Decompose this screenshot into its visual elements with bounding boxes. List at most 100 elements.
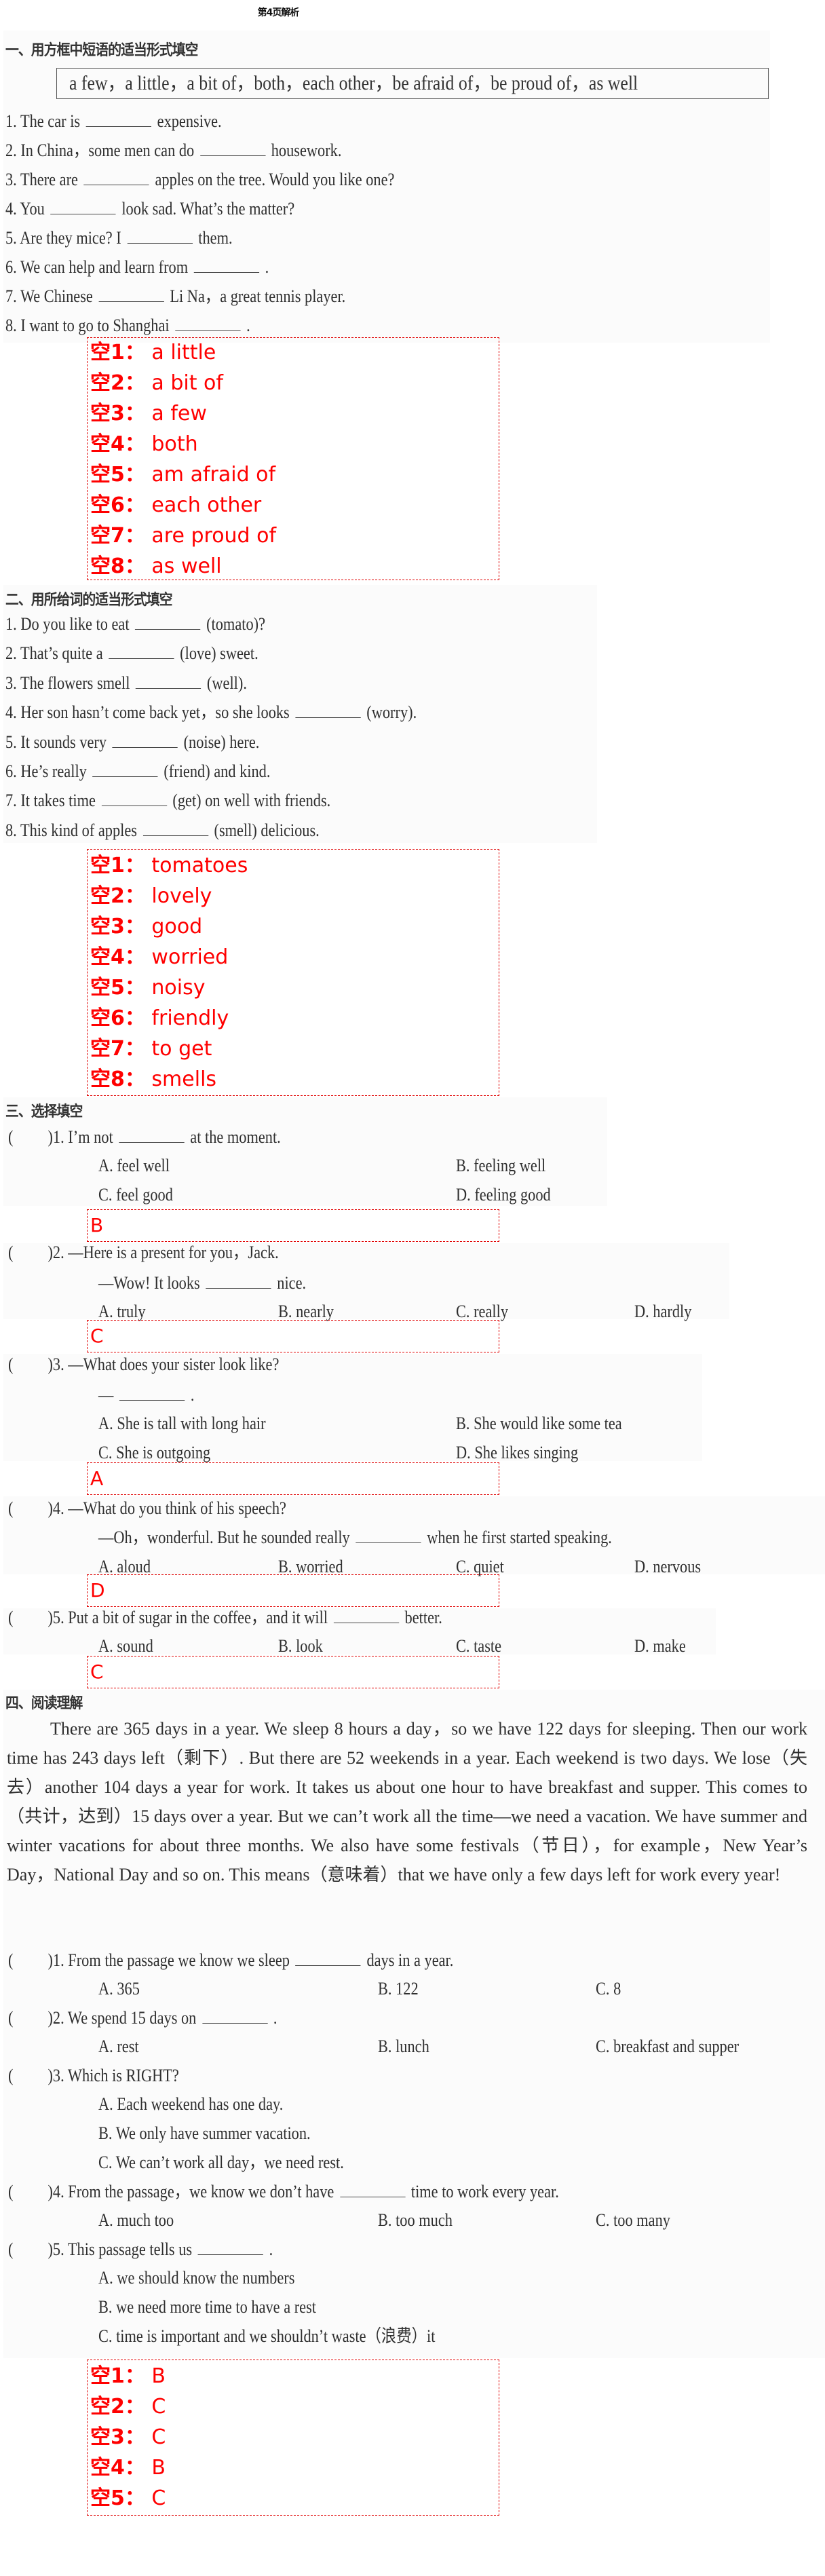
answer-row: 空2： lovely (90, 883, 212, 910)
mc-question-subline: —Wow! It looks nice. (98, 1272, 306, 1294)
question-text-before: He’s really (20, 761, 87, 781)
answer-blank (135, 614, 201, 630)
mc-question-row: ()1. I’m not at the moment. (8, 1126, 281, 1148)
question-number: 4. (5, 199, 17, 219)
mc-option: A. She is tall with long hair (98, 1414, 266, 1433)
answer-blank (142, 820, 208, 836)
question-text-before: The flowers smell (20, 673, 130, 693)
question-number: )4. (47, 2182, 64, 2201)
answer-blank (202, 2008, 268, 2024)
answer-row: 空7： are proud of (90, 523, 276, 550)
question-number: 4. (5, 702, 17, 722)
reading-option: C. breakfast and supper (596, 2037, 740, 2056)
question-row: 7. We Chinese Li Na，a great tennis player… (5, 286, 345, 307)
answer-row: 空2： C (90, 2393, 166, 2421)
answer-row: 空7： to get (90, 1036, 212, 1063)
phrase-box: a few，a little，a bit of，both，each other，… (56, 68, 769, 99)
answer-blank (356, 1528, 421, 1543)
question-stem-after: better. (404, 1608, 442, 1627)
section1-heading: 一、用方框中短语的适当形式填空 (5, 42, 198, 59)
answer-row: 空1： tomatoes (90, 852, 248, 879)
question-row: 4. You look sad. What’s the matter? (5, 198, 294, 220)
subline-after: when he first started speaking. (427, 1528, 612, 1547)
reading-question-row: ()2. We spend 15 days on. (8, 2007, 277, 2029)
mc-question-subline: —Oh，wonderful. But he sounded really when… (98, 1527, 612, 1549)
question-number: )2. (47, 1243, 64, 1262)
answer-value: B (151, 2456, 166, 2480)
question-text-after: them. (198, 228, 233, 248)
answer-blank (339, 2182, 406, 2197)
answer-row: 空8： smells (90, 1066, 216, 1093)
question-number: 2. (5, 643, 17, 663)
question-stem-before: This passage tells us (67, 2239, 193, 2259)
question-row: 2. In China，some men can do housework. (5, 140, 341, 162)
answer-value: good (151, 915, 203, 939)
answer-row: 空5： noisy (90, 974, 206, 1002)
mc-option: B. feeling well (456, 1156, 546, 1175)
mc-answer-box: A (87, 1462, 499, 1495)
question-number: )3. (47, 1355, 64, 1374)
reading-option: B. We only have summer vacation. (98, 2123, 311, 2143)
subline-after: . (190, 1385, 195, 1405)
mc-option: B. She would like some tea (456, 1414, 622, 1433)
section4-heading: 四、阅读理解 (5, 1695, 83, 1712)
answer-key: 空4： (90, 945, 145, 969)
answer-key: 空7： (90, 524, 145, 548)
mc-option: A. sound (98, 1636, 153, 1656)
answer-value: am afraid of (151, 463, 276, 487)
mc-answer-box: B (87, 1209, 499, 1242)
answer-value: a little (151, 341, 216, 364)
question-row: 2. That’s quite a (love) sweet. (5, 643, 258, 664)
question-row: 5. Are they mice? I them. (5, 227, 233, 249)
phrase-box-text: a few，a little，a bit of，both，each other，… (69, 72, 638, 94)
question-text-before: You (20, 199, 45, 219)
question-number: 8. (5, 820, 17, 840)
mc-answer: D (90, 1579, 105, 1602)
mc-answer: A (90, 1467, 104, 1490)
question-text-after: (noise) here. (183, 732, 260, 752)
question-row: 3. The flowers smell (well). (5, 673, 247, 694)
reading-option: A. Each weekend has one day. (98, 2094, 284, 2114)
question-text-before: It sounds very (20, 732, 107, 752)
mc-answer-box: D (87, 1574, 499, 1607)
reading-option: C. We can’t work all day，we need rest. (98, 2153, 344, 2172)
answer-parenthesis: ( (8, 2182, 14, 2201)
question-text-before: In China，some men can do (20, 140, 195, 160)
reading-question-row: ()4. From the passage，we know we don’t h… (8, 2181, 559, 2203)
question-text-after: (love) sweet. (180, 643, 258, 663)
question-row: 6. We can help and learn from. (5, 257, 269, 278)
answer-value: a bit of (151, 371, 223, 395)
mc-option: B. look (278, 1636, 323, 1656)
answer-key: 空1： (90, 2364, 145, 2388)
mc-question-subline: —. (98, 1384, 194, 1406)
mc-option: D. make (634, 1636, 686, 1656)
answer-blank (193, 257, 260, 273)
answer-blank (109, 643, 174, 659)
question-row: 7. It takes time (get) on well with frien… (5, 790, 330, 812)
question-number: 5. (5, 732, 17, 752)
answer-blank (119, 1127, 185, 1143)
question-row: 8. This kind of apples (smell) delicious. (5, 820, 320, 841)
answer-parenthesis: ( (8, 1127, 14, 1147)
answer-value: C (151, 2425, 166, 2449)
mc-question-row: ()2. —Here is a present for you，Jack. (8, 1242, 279, 1264)
answer-parenthesis: ( (8, 1498, 14, 1518)
answer-key: 空6： (90, 493, 145, 517)
question-text-after: (worry). (366, 702, 417, 722)
mc-answer: C (90, 1325, 104, 1347)
reading-question-row: ()3. Which is RIGHT? (8, 2065, 179, 2087)
question-stem-before: I’m not (68, 1127, 113, 1147)
answer-key: 空1： (90, 854, 145, 877)
question-text-before: We can help and learn from (20, 257, 189, 277)
question-row: 4. Her son hasn’t come back yet，so she l… (5, 702, 417, 723)
answer-blank (197, 2239, 264, 2255)
question-number: )1. (47, 1950, 64, 1970)
answer-blank (119, 1385, 185, 1401)
question-stem-after: at the moment. (190, 1127, 281, 1147)
answer-value: C (151, 2486, 166, 2510)
answer-key: 空4： (90, 2456, 145, 2480)
answer-key: 空1： (90, 341, 145, 364)
reading-option: A. 365 (98, 1979, 140, 1999)
answer-parenthesis: ( (8, 1243, 14, 1262)
answer-blank (127, 228, 193, 244)
